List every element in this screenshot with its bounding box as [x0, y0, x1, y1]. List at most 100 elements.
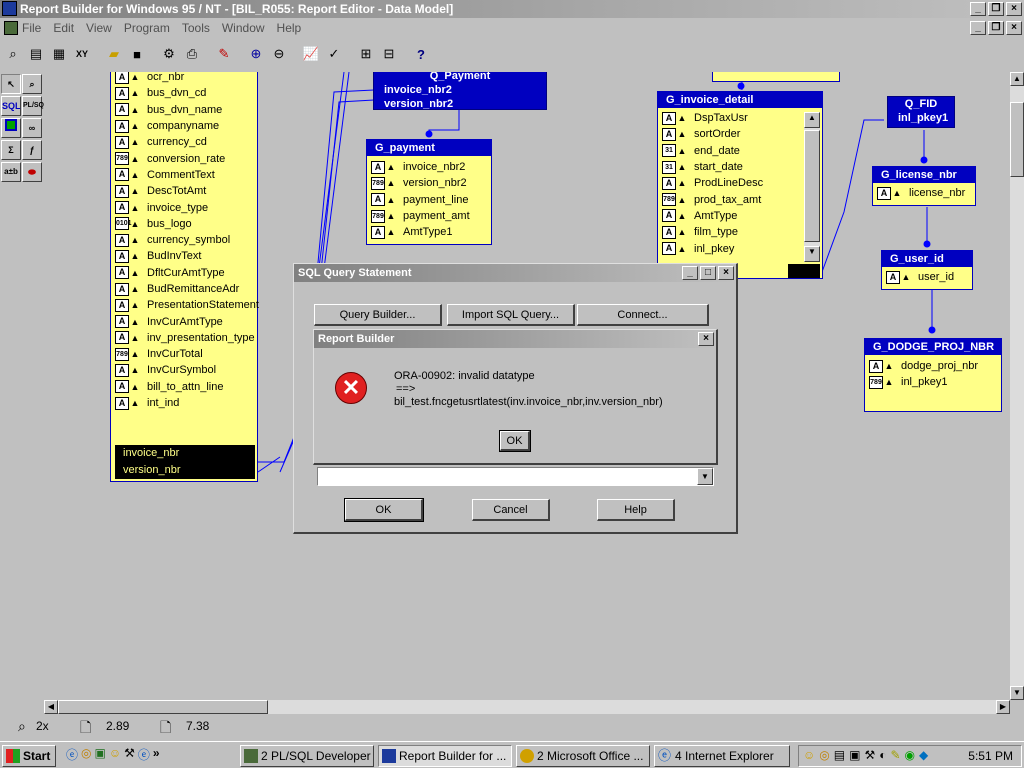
quicklaunch-tool-icon[interactable]: ⚒	[124, 746, 135, 763]
main-group-item[interactable]: A ▲ int_ind	[111, 395, 257, 411]
g-payment-group[interactable]: G_payment A ▲ invoice_nbr2 789 ▲ version_nbr2…	[366, 139, 492, 245]
hscroll-thumb[interactable]	[58, 700, 268, 714]
main-group-item[interactable]: A ▲ currency_cd	[111, 134, 257, 150]
main-group-item[interactable]: A ▲ invoice_type	[111, 199, 257, 215]
doc-close-button[interactable]: ×	[1006, 21, 1022, 35]
print-icon[interactable]: ⎙	[181, 43, 203, 65]
quicklaunch-ie-icon[interactable]: ⓔ	[66, 746, 78, 763]
g-payment-item[interactable]: A ▲ AmtType1	[367, 224, 491, 240]
q-payment-query[interactable]: Q_Payment invoice_nbr2 version_nbr2	[373, 72, 547, 110]
canvas-horizontal-scrollbar[interactable]: ◀ ▶	[44, 700, 1010, 714]
start-button[interactable]: Start	[2, 745, 56, 767]
minimize-button[interactable]: _	[970, 2, 986, 16]
g-user-id-group[interactable]: G_user_id A ▲ user_id	[881, 250, 973, 290]
error-dialog[interactable]: Report Builder × ✕ ORA-00902: invalid da…	[313, 329, 718, 465]
edit-check-icon[interactable]: ✓	[323, 43, 345, 65]
query-builder-button[interactable]: Query Builder...	[314, 304, 442, 326]
hscroll-left-arrow-icon[interactable]: ◀	[44, 700, 58, 714]
group-tool-icon[interactable]	[1, 118, 21, 138]
menu-edit[interactable]: Edit	[53, 21, 74, 35]
main-group-item[interactable]: A ▲ DfltCurAmtType	[111, 265, 257, 281]
summary-tool-icon[interactable]: Σ	[1, 140, 21, 160]
import-sql-query-button[interactable]: Import SQL Query...	[447, 304, 575, 326]
task-internet-explorer[interactable]: ⓔ 4 Internet Explorer	[654, 745, 790, 767]
doc-minimize-button[interactable]: _	[970, 21, 986, 35]
menu-help[interactable]: Help	[277, 21, 302, 35]
document-icon[interactable]	[4, 21, 18, 35]
tray-tool-icon[interactable]: ⚒	[864, 748, 875, 762]
placeholder-tool-icon[interactable]: a±b	[1, 162, 21, 182]
scroll-thumb[interactable]	[804, 130, 820, 242]
menu-program[interactable]: Program	[124, 21, 170, 35]
g-license-nbr-item[interactable]: A ▲ license_nbr	[873, 185, 975, 201]
xy-icon[interactable]: XY	[71, 43, 93, 65]
g-dodge-item[interactable]: 789 ▲ inl_pkey1	[865, 374, 1001, 390]
quicklaunch-browser-icon[interactable]: ⓔ	[138, 746, 150, 763]
sql-dialog-minimize-button[interactable]: _	[682, 266, 698, 280]
sql-field-dropdown-icon[interactable]: ▼	[697, 468, 713, 485]
task-report-builder[interactable]: Report Builder for ...	[378, 745, 512, 767]
tray-pen-icon[interactable]: ✎	[890, 748, 900, 762]
g-dodge-item[interactable]: A ▲ dodge_proj_nbr	[865, 358, 1001, 374]
report-editor-icon[interactable]: ▤	[25, 43, 47, 65]
main-group-item[interactable]: A ▲ bus_dvn_cd	[111, 85, 257, 101]
error-dialog-titlebar[interactable]: Report Builder ×	[314, 330, 716, 348]
g-payment-item[interactable]: 789 ▲ version_nbr2	[367, 175, 491, 191]
g-payment-item[interactable]: A ▲ invoice_nbr2	[367, 159, 491, 175]
g-payment-item[interactable]: 789 ▲ payment_amt	[367, 208, 491, 224]
g-invoice-detail-group[interactable]: G_invoice_detail A ▲ DspTaxUsr A ▲ sortOrder 3…	[657, 91, 823, 279]
g-invoice-detail-item[interactable]: 31 ▲ end_date	[658, 143, 804, 159]
canvas-vertical-scrollbar[interactable]: ▲ ▼	[1010, 72, 1024, 700]
maximize-button[interactable]: ❐	[988, 2, 1004, 16]
sql-dialog-titlebar[interactable]: SQL Query Statement _ □ ×	[294, 264, 736, 282]
g-dodge-proj-nbr-group[interactable]: G_DODGE_PROJ_NBR A ▲ dodge_proj_nbr 789 ▲ inl…	[864, 338, 1002, 412]
main-group-item[interactable]: 789 ▲ InvCurTotal	[111, 346, 257, 362]
main-group-item[interactable]: 0101 ▲ bus_logo	[111, 216, 257, 232]
group-fragment-top[interactable]	[712, 72, 840, 82]
save-icon[interactable]: ■	[126, 43, 148, 65]
tray-clock-icon[interactable]: ◎	[819, 748, 829, 762]
main-group-item[interactable]: A ▲ InvCurAmtType	[111, 313, 257, 329]
main-group-item[interactable]: A ▲ PresentationStatement	[111, 297, 259, 313]
menu-window[interactable]: Window	[222, 21, 265, 35]
menu-file[interactable]: File	[22, 21, 41, 35]
footer-version-nbr[interactable]: version_nbr	[115, 462, 255, 479]
quicklaunch-app-icon[interactable]: ▣	[95, 746, 106, 763]
cross-product-tool-icon[interactable]: ⬬	[22, 162, 42, 182]
quicklaunch-more-icon[interactable]: »	[153, 746, 160, 763]
menu-view[interactable]: View	[86, 21, 112, 35]
help-question-icon[interactable]: ?	[410, 43, 432, 65]
run-icon[interactable]: ⚙	[158, 43, 180, 65]
error-ok-button[interactable]: OK	[499, 430, 531, 452]
sql-dialog-maximize-button[interactable]: □	[700, 266, 716, 280]
sql-help-button[interactable]: Help	[597, 499, 675, 521]
collapse-icon[interactable]: ⊟	[378, 43, 400, 65]
sql-query-tool-icon[interactable]: SQL	[1, 96, 21, 116]
sql-cancel-button[interactable]: Cancel	[472, 499, 550, 521]
connect-button[interactable]: Connect...	[577, 304, 709, 326]
g-invoice-detail-item[interactable]: 789 ▲ prod_tax_amt	[658, 191, 804, 207]
task-microsoft-office[interactable]: 2 Microsoft Office ...	[516, 745, 650, 767]
title-bar[interactable]: Report Builder for Windows 95 / NT - [BI…	[0, 0, 1024, 18]
quicklaunch-clock-icon[interactable]: ◎	[81, 746, 91, 763]
quicklaunch-smiley-icon[interactable]: ☺	[109, 746, 121, 763]
sql-statement-field[interactable]: ▼	[317, 467, 714, 486]
main-group-item[interactable]: A ▲ bus_dvn_name	[111, 102, 257, 118]
main-group-item[interactable]: A ▲ InvCurSymbol	[111, 362, 257, 378]
sql-dialog-close-button[interactable]: ×	[718, 266, 734, 280]
main-group-item[interactable]: A ▲ CommentText	[111, 167, 257, 183]
q-fid-query[interactable]: Q_FID inl_pkey1	[887, 96, 955, 128]
tray-monitor-icon[interactable]: ▣	[849, 748, 860, 762]
pen-icon[interactable]: ✎	[213, 43, 235, 65]
tray-shield-icon[interactable]: ◐	[879, 748, 886, 762]
formula-tool-icon[interactable]: ƒ	[22, 140, 42, 160]
main-group-item[interactable]: A ▲ bill_to_attn_line	[111, 379, 257, 395]
menu-tools[interactable]: Tools	[182, 21, 210, 35]
main-group-item[interactable]: A ▲ currency_symbol	[111, 232, 257, 248]
object-navigator-icon[interactable]: ⌕	[2, 43, 24, 65]
main-group-item[interactable]: A ▲ ocr_nbr	[111, 72, 257, 85]
g-invoice-detail-item[interactable]: A ▲ AmtType	[658, 208, 804, 224]
footer-invoice-nbr[interactable]: invoice_nbr	[115, 445, 255, 462]
plsql-tool-icon[interactable]: PL/SQL	[22, 96, 48, 116]
sql-ok-button[interactable]: OK	[344, 498, 424, 522]
